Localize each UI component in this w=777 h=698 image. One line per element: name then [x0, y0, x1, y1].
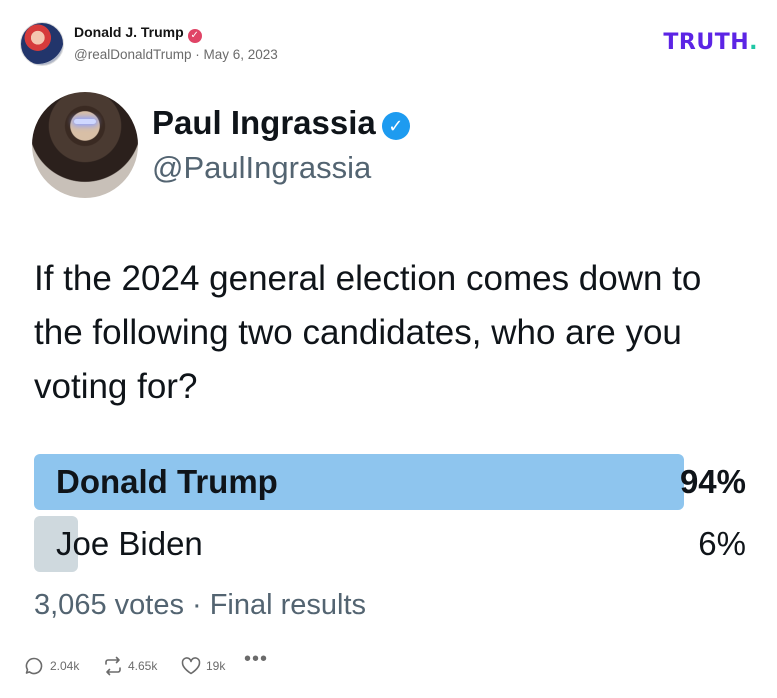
poll-question: If the 2024 general election comes down …	[34, 259, 702, 406]
author-meta: @realDonaldTrump · May 6, 2023	[74, 47, 278, 62]
verified-badge-icon: ✓	[187, 29, 202, 43]
verified-badge-icon: ✓	[381, 112, 410, 140]
poster-name: Paul Ingrassia ✓	[152, 104, 410, 142]
poster-avatar	[32, 92, 138, 198]
avatar-glow	[74, 119, 96, 124]
post-header: Donald J. Trump ✓ @realDonaldTrump · May …	[20, 20, 760, 66]
retruth-icon	[105, 656, 121, 676]
poll-option-label: Donald Trump	[56, 463, 278, 500]
brand-text: TRUTH	[663, 30, 750, 55]
retruth-count: 4.65k	[128, 659, 158, 673]
embedded-post-image[interactable]: Paul Ingrassia ✓ @PaulIngrassia If the 20…	[18, 92, 758, 637]
poll-option-percent: 94%	[679, 463, 746, 500]
heart-icon	[181, 657, 201, 675]
poll-option-percent: 6%	[698, 525, 746, 562]
poster-handle: @PaulIngrassia	[152, 150, 372, 185]
poster-name-text: Paul Ingrassia	[152, 104, 376, 141]
retruth-button[interactable]: 4.65k	[102, 654, 182, 678]
more-icon[interactable]: •••	[244, 648, 268, 672]
brand-dot: .	[749, 30, 758, 55]
post-actions: 2.04k 4.65k 19k •••	[24, 648, 424, 678]
poll-option-label: Joe Biden	[56, 525, 203, 562]
author-avatar[interactable]	[20, 22, 64, 66]
author-name[interactable]: Donald J. Trump ✓	[74, 24, 202, 43]
comment-icon	[25, 657, 43, 675]
reply-button[interactable]: 2.04k	[24, 654, 94, 678]
author-name-text[interactable]: Donald J. Trump	[74, 24, 184, 40]
poll-option: Joe Biden 6%	[34, 516, 746, 572]
like-button[interactable]: 19k	[180, 654, 250, 678]
reply-count: 2.04k	[50, 659, 80, 673]
poll-option: Donald Trump 94%	[34, 454, 746, 510]
like-count: 19k	[206, 659, 226, 673]
truth-logo: TRUTH.	[663, 30, 758, 55]
poll-footer: 3,065 votes · Final results	[34, 589, 367, 621]
